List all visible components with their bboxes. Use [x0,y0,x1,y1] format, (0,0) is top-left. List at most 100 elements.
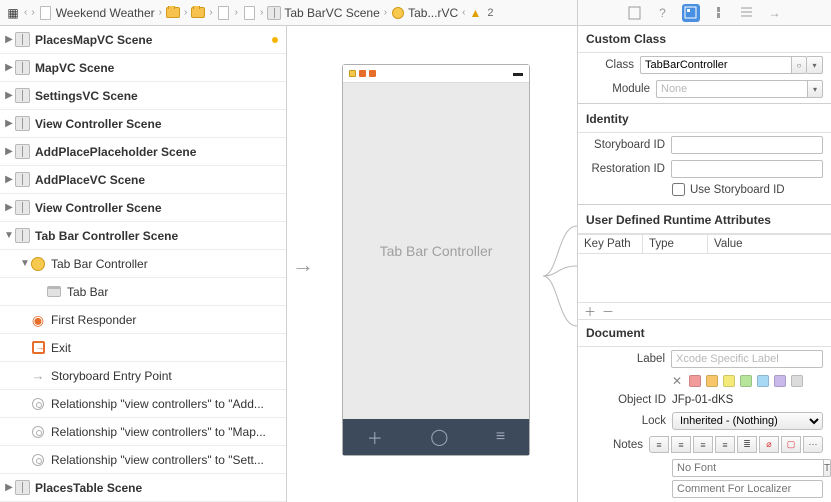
chevron-down-icon[interactable]: ▾ [807,80,823,98]
connection-lines [543,216,577,336]
object-id-value: JFp-01-dKS [672,394,823,406]
doc-label-field[interactable] [671,350,823,368]
relationship-row[interactable]: Relationship "view controllers" to "Map.… [0,418,286,446]
notes-label: Notes [586,439,643,451]
align-right-button[interactable]: ≡ [693,436,713,453]
lock-select[interactable]: Inherited - (Nothing) [672,412,823,430]
localizer-comment-field[interactable] [672,480,823,498]
disclosure-icon[interactable] [4,202,14,213]
crumb-scene[interactable]: Tab BarVC Scene [267,6,379,20]
titlebar-dot-icon [359,70,366,77]
exit-row[interactable]: Exit [0,334,286,362]
disclosure-icon[interactable] [4,118,14,129]
grid-icon[interactable]: ▦ [6,6,20,20]
chevron-down-icon[interactable]: ▾ [807,56,823,74]
disclosure-icon[interactable] [4,482,14,493]
document-outline[interactable]: PlacesMapVC Scene MapVC Scene SettingsVC… [0,26,287,502]
size-inspector-tab[interactable] [738,4,756,22]
section-header: Document [578,320,831,347]
color-swatch[interactable] [740,375,752,387]
color-swatch[interactable] [757,375,769,387]
device-titlebar: ▬ [343,65,529,83]
scene-row[interactable]: View Controller Scene [0,110,286,138]
scene-row[interactable]: View Controller Scene [0,194,286,222]
disclosure-icon[interactable] [4,230,14,241]
storyboard-canvas[interactable]: → ▬ Tab Bar Controller ＋ ◯ ≡ [287,26,577,502]
strike-button[interactable]: ⌀ [759,436,779,453]
chevron-left-icon[interactable]: ‹ [24,7,27,18]
disclosure-icon[interactable] [4,34,14,45]
class-label: Class [586,59,634,71]
object-id-label: Object ID [586,394,666,406]
breadcrumb[interactable]: ▦ ‹ › Weekend Weather › › › › › Tab BarV… [0,6,577,20]
file-inspector-tab[interactable] [626,4,644,22]
font-picker-button[interactable]: T [823,459,831,477]
font-field[interactable] [672,459,823,477]
class-field[interactable] [640,56,791,74]
more-button[interactable]: ⋯ [803,436,823,453]
disclosure-icon[interactable] [4,146,14,157]
udr-table-body[interactable] [578,254,831,302]
crumb-label: Weekend Weather [56,6,155,20]
crumb-file[interactable] [217,6,231,20]
exit-icon [32,341,45,354]
add-attribute-button[interactable]: ＋ [584,303,596,320]
crumb-project[interactable]: Weekend Weather [39,6,155,20]
relationship-row[interactable]: Relationship "view controllers" to "Sett… [0,446,286,474]
align-left-button[interactable]: ≡ [649,436,669,453]
align-justify-button[interactable]: ≡ [715,436,735,453]
scene-row[interactable]: Tab Bar Controller Scene [0,222,286,250]
crumb-controller[interactable]: Tab...rVC [391,6,458,20]
crumb-label: Tab...rVC [408,6,458,20]
crumb-folder[interactable] [191,6,205,20]
scene-row[interactable]: PlacesTable Scene [0,474,286,502]
device-tabbar: ＋ ◯ ≡ [343,419,529,455]
warning-icon[interactable]: ▲ [469,6,481,20]
identity-inspector: Custom Class Class ○ ▾ Module ▾ Identity [577,26,831,502]
battery-icon: ▬ [513,68,523,79]
color-swatch[interactable] [689,375,701,387]
scene-row[interactable]: AddPlacePlaceholder Scene [0,138,286,166]
color-swatch[interactable] [723,375,735,387]
color-swatch[interactable] [774,375,786,387]
label-color-swatches: ✕ [578,371,831,391]
color-swatch[interactable] [791,375,803,387]
doc-label-label: Label [586,353,665,365]
scene-row[interactable]: AddPlaceVC Scene [0,166,286,194]
scene-row[interactable]: PlacesMapVC Scene [0,26,286,54]
clear-color-icon[interactable]: ✕ [672,374,682,388]
remove-attribute-button[interactable]: － [602,303,614,320]
crumb-folder[interactable] [166,6,180,20]
color-swatch[interactable] [706,375,718,387]
disclosure-icon[interactable] [4,90,14,101]
disclosure-icon[interactable] [20,258,30,269]
use-storyboard-id-checkbox[interactable] [672,183,685,196]
storyboard-id-field[interactable] [671,136,823,154]
restoration-id-field[interactable] [671,160,823,178]
entry-arrow-icon[interactable]: → [292,252,314,278]
connections-inspector-tab[interactable]: → [766,4,784,22]
controller-row[interactable]: Tab Bar Controller [0,250,286,278]
attributes-inspector-tab[interactable] [710,4,728,22]
first-responder-row[interactable]: ◉First Responder [0,306,286,334]
entry-point-row[interactable]: →Storyboard Entry Point [0,362,286,390]
relationship-row[interactable]: Relationship "view controllers" to "Add.… [0,390,286,418]
crumb-file[interactable] [242,6,256,20]
section-header: User Defined Runtime Attributes [578,207,831,234]
list-button[interactable]: ≣ [737,436,757,453]
tabbar-row[interactable]: Tab Bar [0,278,286,306]
scene-row[interactable]: SettingsVC Scene [0,82,286,110]
module-label: Module [586,83,650,95]
disclosure-icon[interactable] [4,174,14,185]
device-preview[interactable]: ▬ Tab Bar Controller ＋ ◯ ≡ [342,64,530,456]
disclosure-icon[interactable] [4,62,14,73]
clear-button[interactable]: ▢ [781,436,801,453]
help-inspector-tab[interactable]: ? [654,4,672,22]
scene-row[interactable]: MapVC Scene [0,54,286,82]
module-field[interactable] [656,80,807,98]
dropdown-clear-icon[interactable]: ○ [791,56,807,74]
relationship-icon [32,454,44,466]
align-center-button[interactable]: ≡ [671,436,691,453]
identity-inspector-tab[interactable] [682,4,700,22]
chevron-right-icon[interactable]: › [31,7,34,18]
